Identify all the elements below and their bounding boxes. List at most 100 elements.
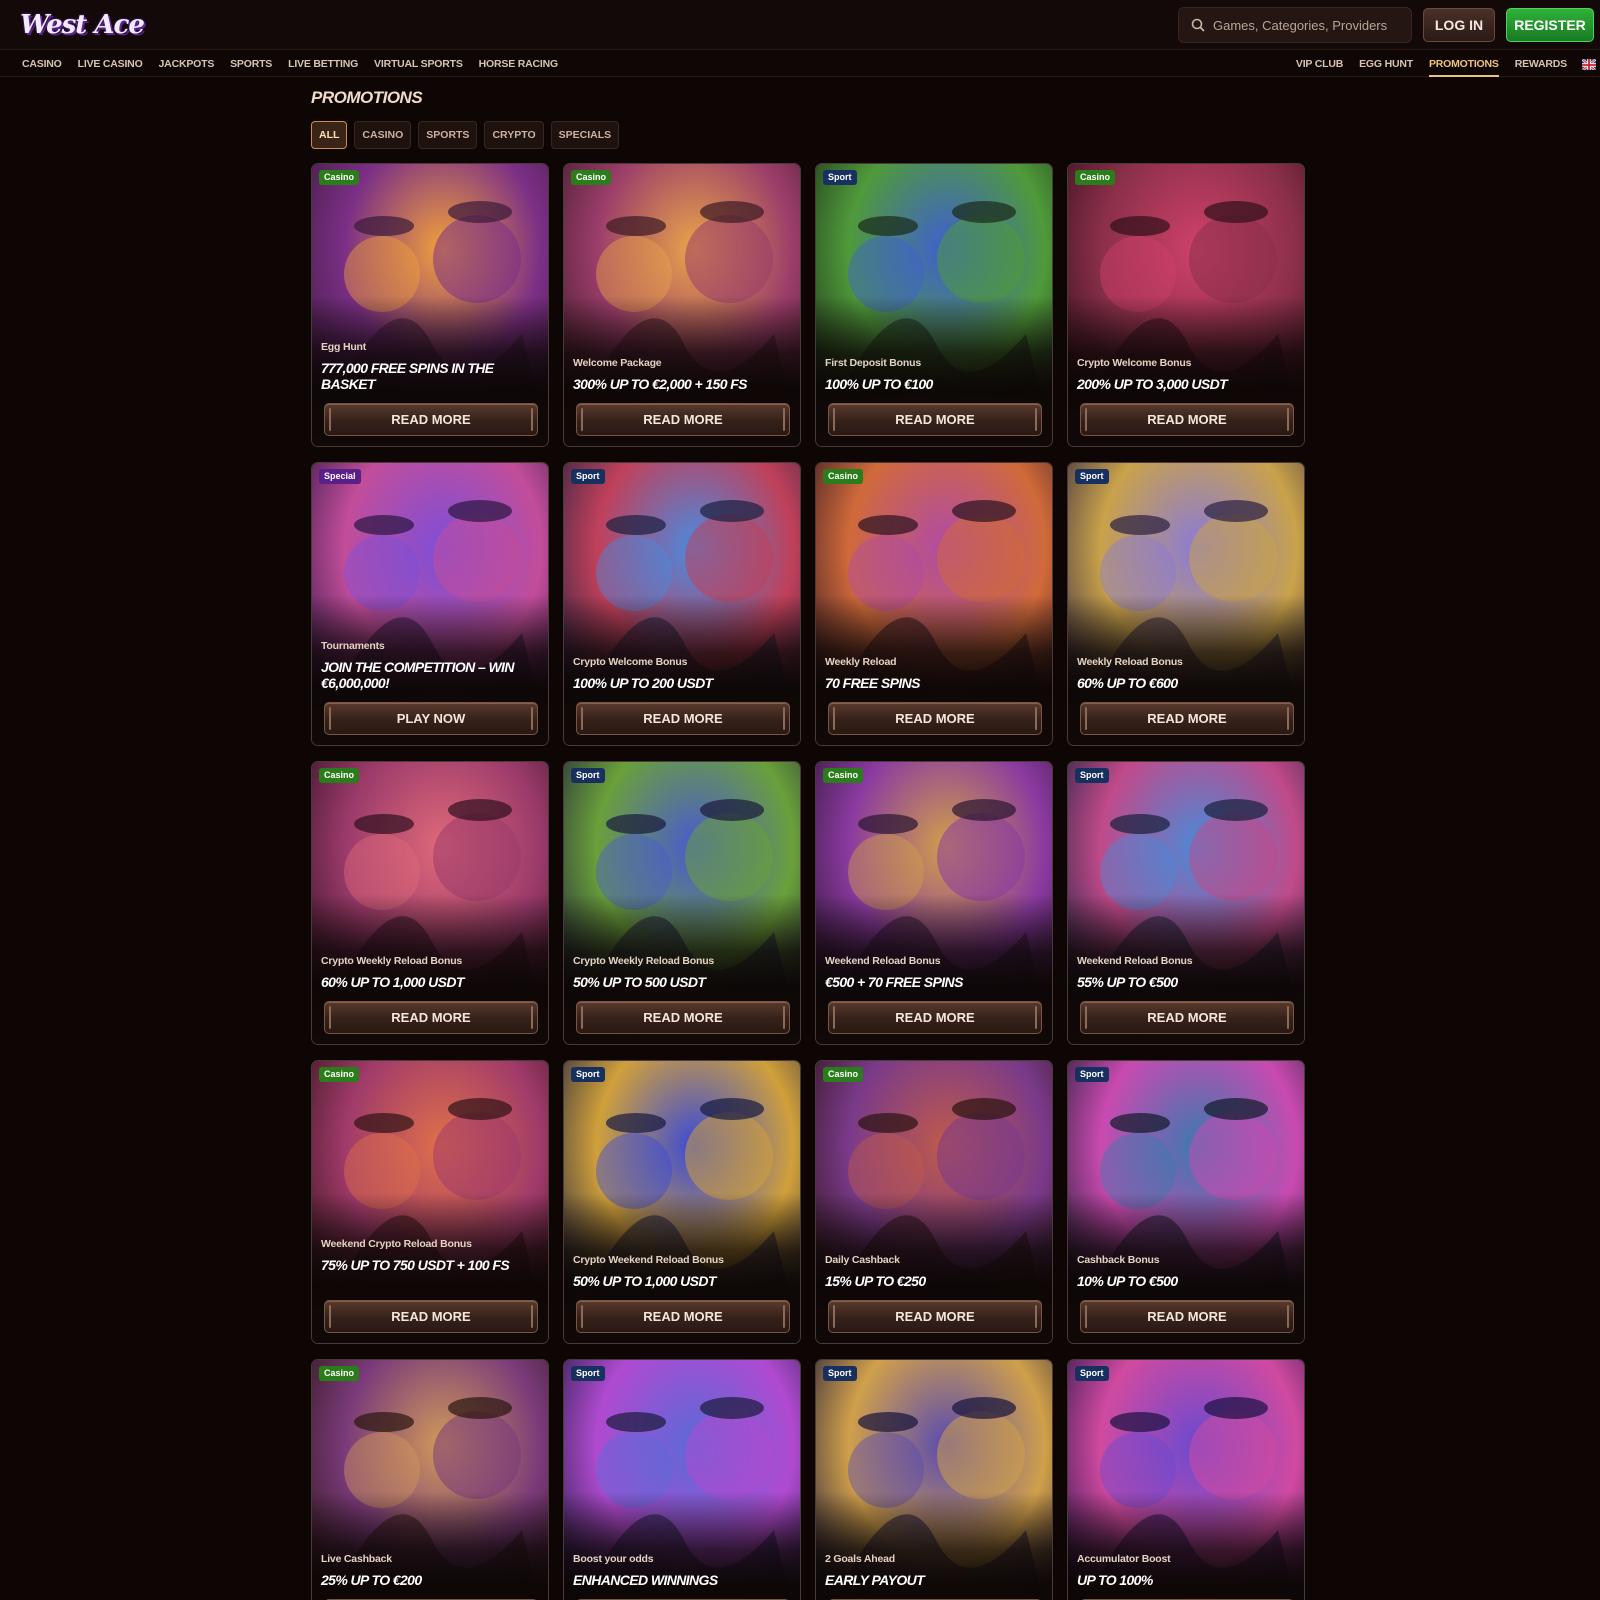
nav-item-horse-racing[interactable]: HORSE RACING bbox=[479, 51, 558, 77]
nav-item-rewards[interactable]: REWARDS bbox=[1515, 51, 1567, 77]
promo-title: 100% UP TO €100 bbox=[825, 376, 933, 392]
top-bar: West Ace LOG IN REGISTER bbox=[0, 0, 1600, 50]
play-now-button[interactable]: PLAY NOW bbox=[324, 702, 538, 735]
promo-subtitle: Boost your odds bbox=[573, 1553, 654, 1565]
nav-item-vip-club[interactable]: VIP CLUB bbox=[1296, 51, 1343, 77]
promo-subtitle: Crypto Weekly Reload Bonus bbox=[321, 955, 463, 967]
category-badge: Casino bbox=[319, 1366, 360, 1381]
promo-card[interactable]: Special Tournaments JOIN THE COMPETITION –… bbox=[311, 462, 549, 746]
login-button[interactable]: LOG IN bbox=[1423, 8, 1495, 42]
promo-subtitle: Crypto Welcome Bonus bbox=[573, 656, 688, 668]
nav-item-casino[interactable]: CASINO bbox=[22, 51, 62, 77]
register-button[interactable]: REGISTER bbox=[1506, 8, 1594, 42]
category-badge: Casino bbox=[319, 1067, 360, 1082]
promo-card[interactable]: Casino Weekly Reload 70 FREE SPINS READ MOR… bbox=[815, 462, 1053, 746]
promo-card[interactable]: Casino Crypto Weekly Reload Bonus 60% UP T… bbox=[311, 761, 549, 1045]
read-more-button[interactable]: READ MORE bbox=[324, 1300, 538, 1333]
promo-card[interactable]: CasinoLive Cashback25% UP TO €200READ MO… bbox=[311, 1359, 549, 1600]
promo-card[interactable]: Sport Cashback Bonus 10% UP TO €500 READ MO… bbox=[1067, 1060, 1305, 1344]
category-badge: Sport bbox=[571, 768, 605, 783]
promo-card[interactable]: Casino Daily Cashback 15% UP TO €250 READ M… bbox=[815, 1060, 1053, 1344]
read-more-button[interactable]: READ MORE bbox=[576, 702, 790, 735]
promo-card[interactable]: Casino Egg Hunt 777,000 FREE SPINS IN THE … bbox=[311, 163, 549, 447]
category-badge: Casino bbox=[823, 768, 864, 783]
filter-sports[interactable]: SPORTS bbox=[418, 121, 478, 149]
promo-card[interactable]: Sport Weekend Reload Bonus 55% UP TO €500 R… bbox=[1067, 761, 1305, 1045]
promo-title: 55% UP TO €500 bbox=[1077, 974, 1178, 990]
read-more-button[interactable]: READ MORE bbox=[1080, 702, 1294, 735]
nav-item-sports[interactable]: SPORTS bbox=[230, 51, 272, 77]
promo-subtitle: Egg Hunt bbox=[321, 341, 367, 353]
promo-card[interactable]: Sport Crypto Weekly Reload Bonus 50% UP TO… bbox=[563, 761, 801, 1045]
nav-item-jackpots[interactable]: JACKPOTS bbox=[159, 51, 215, 77]
filter-specials[interactable]: SPECIALS bbox=[550, 121, 620, 149]
promo-title: 70 FREE SPINS bbox=[825, 675, 921, 691]
nav-item-live-casino[interactable]: LIVE CASINO bbox=[78, 51, 143, 77]
search-box[interactable] bbox=[1178, 7, 1412, 43]
promo-subtitle: Crypto Welcome Bonus bbox=[1077, 357, 1192, 369]
read-more-button[interactable]: READ MORE bbox=[324, 403, 538, 436]
brand-logo[interactable]: West Ace bbox=[20, 6, 145, 44]
nav-item-egg-hunt[interactable]: EGG HUNT bbox=[1359, 51, 1413, 77]
promo-card[interactable]: Sport2 Goals AheadEARLY PAYOUTREAD MORE bbox=[815, 1359, 1053, 1600]
promo-subtitle: Weekend Crypto Reload Bonus bbox=[321, 1238, 472, 1250]
main-nav: CASINO LIVE CASINO JACKPOTS SPORTS LIVE BETT… bbox=[0, 51, 1600, 77]
category-badge: Special bbox=[319, 469, 361, 484]
read-more-button[interactable]: READ MORE bbox=[576, 1300, 790, 1333]
logo-text: West Ace bbox=[20, 10, 145, 40]
promo-card[interactable]: Sport Crypto Welcome Bonus 100% UP TO 200 … bbox=[563, 462, 801, 746]
category-badge: Sport bbox=[1075, 1067, 1109, 1082]
promo-title: €500 + 70 FREE SPINS bbox=[825, 974, 963, 990]
nav-item-virtual-sports[interactable]: VIRTUAL SPORTS bbox=[374, 51, 463, 77]
read-more-button[interactable]: READ MORE bbox=[828, 403, 1042, 436]
category-badge: Sport bbox=[1075, 768, 1109, 783]
filter-all[interactable]: ALL bbox=[311, 121, 348, 149]
nav-item-live-betting[interactable]: LIVE BETTING bbox=[288, 51, 358, 77]
promo-card[interactable]: Casino Welcome Package 300% UP TO €2,000 +… bbox=[563, 163, 801, 447]
promo-subtitle: Accumulator Boost bbox=[1077, 1553, 1171, 1565]
promo-card[interactable]: Sport Weekly Reload Bonus 60% UP TO €600 RE… bbox=[1067, 462, 1305, 746]
nav-left: CASINO LIVE CASINO JACKPOTS SPORTS LIVE BETT… bbox=[22, 51, 558, 77]
promo-card[interactable]: Casino Crypto Welcome Bonus 200% UP TO 3,0… bbox=[1067, 163, 1305, 447]
promo-title: JOIN THE COMPETITION – WIN €6,000,000! bbox=[321, 659, 514, 691]
search-icon bbox=[1191, 18, 1205, 32]
promo-title: 50% UP TO 1,000 USDT bbox=[573, 1273, 716, 1289]
read-more-button[interactable]: READ MORE bbox=[576, 403, 790, 436]
filter-crypto[interactable]: CRYPTO bbox=[484, 121, 544, 149]
read-more-button[interactable]: READ MORE bbox=[576, 1001, 790, 1034]
read-more-button[interactable]: READ MORE bbox=[324, 1001, 538, 1034]
promo-subtitle: Daily Cashback bbox=[825, 1254, 900, 1266]
read-more-button[interactable]: READ MORE bbox=[1080, 1300, 1294, 1333]
promo-card[interactable]: Sport Crypto Weekend Reload Bonus 50% UP T… bbox=[563, 1060, 801, 1344]
read-more-button[interactable]: READ MORE bbox=[828, 1300, 1042, 1333]
category-badge: Casino bbox=[823, 1067, 864, 1082]
promo-title: 200% UP TO 3,000 USDT bbox=[1077, 376, 1228, 392]
category-badge: Sport bbox=[571, 469, 605, 484]
promo-card[interactable]: SportAccumulator BoostUP TO 100%READ MOR… bbox=[1067, 1359, 1305, 1600]
promo-subtitle: Tournaments bbox=[321, 640, 385, 652]
uk-flag-icon[interactable] bbox=[1582, 58, 1596, 70]
category-badge: Casino bbox=[1075, 170, 1116, 185]
promotions-grid: Casino Egg Hunt 777,000 FREE SPINS IN THE … bbox=[311, 163, 1305, 1600]
promo-card[interactable]: Casino Weekend Reload Bonus €500 + 70 FREE… bbox=[815, 761, 1053, 1045]
filter-casino[interactable]: CASINO bbox=[354, 121, 412, 149]
promo-title: 777,000 FREE SPINS IN THE BASKET bbox=[321, 360, 494, 392]
category-badge: Sport bbox=[1075, 469, 1109, 484]
promo-card[interactable]: Sport First Deposit Bonus 100% UP TO €100 R… bbox=[815, 163, 1053, 447]
nav-item-promotions[interactable]: PROMOTIONS bbox=[1428, 51, 1499, 77]
nav-right: VIP CLUB EGG HUNT PROMOTIONS REWARDS bbox=[1296, 51, 1567, 77]
category-badge: Casino bbox=[571, 170, 612, 185]
promo-title: 50% UP TO 500 USDT bbox=[573, 974, 706, 990]
read-more-button[interactable]: READ MORE bbox=[1080, 403, 1294, 436]
read-more-button[interactable]: READ MORE bbox=[828, 1001, 1042, 1034]
promo-title: EARLY PAYOUT bbox=[825, 1572, 925, 1588]
read-more-button[interactable]: READ MORE bbox=[828, 702, 1042, 735]
read-more-button[interactable]: READ MORE bbox=[1080, 1001, 1294, 1034]
category-badge: Sport bbox=[1075, 1366, 1109, 1381]
search-input[interactable] bbox=[1213, 17, 1403, 33]
promo-subtitle: Crypto Weekend Reload Bonus bbox=[573, 1254, 724, 1266]
promo-subtitle: Weekly Reload Bonus bbox=[1077, 656, 1183, 668]
promo-card[interactable]: Casino Weekend Crypto Reload Bonus 75% UP … bbox=[311, 1060, 549, 1344]
promo-subtitle: Live Cashback bbox=[321, 1553, 392, 1565]
promo-card[interactable]: SportBoost your oddsENHANCED WINNINGSREA… bbox=[563, 1359, 801, 1600]
